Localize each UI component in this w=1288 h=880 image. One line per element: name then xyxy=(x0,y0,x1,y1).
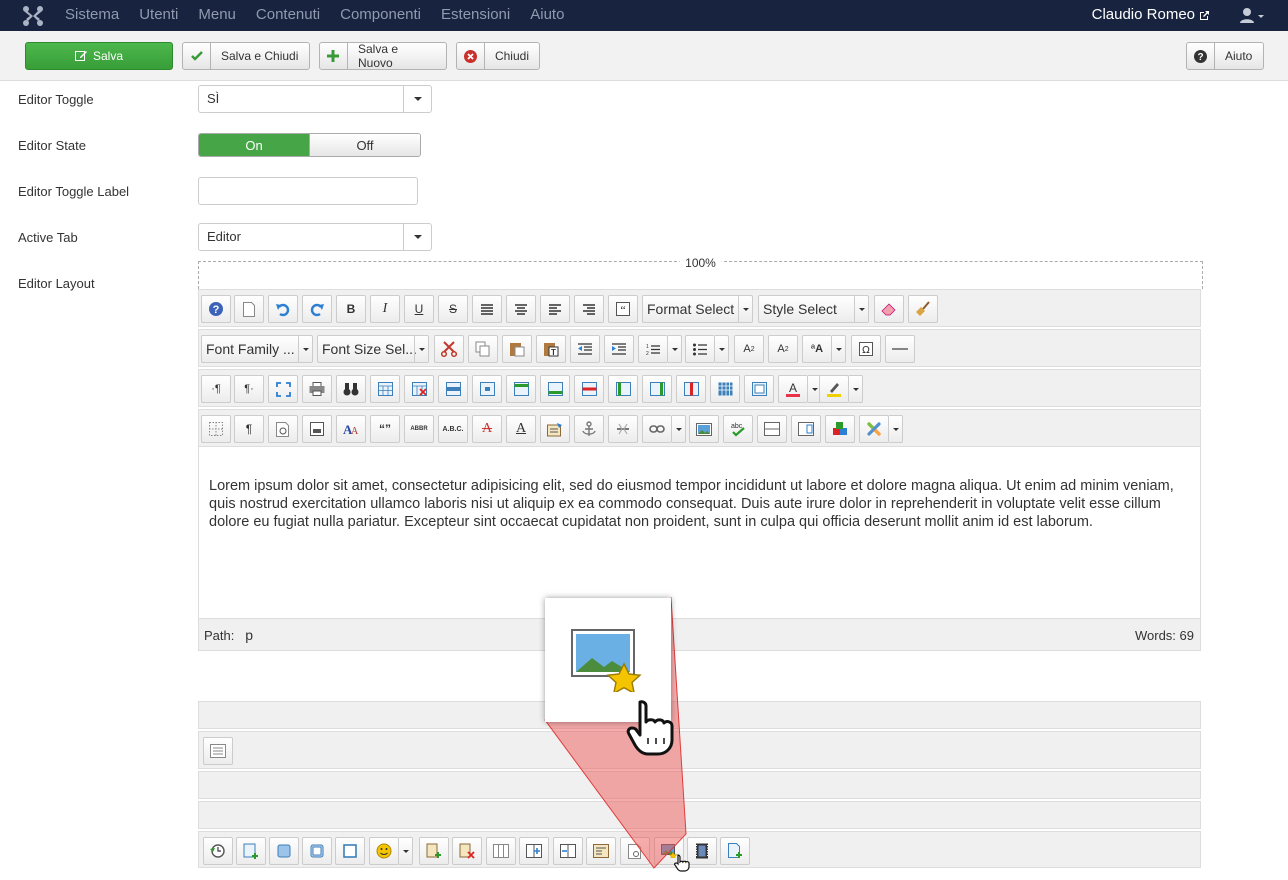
cursor-icon xyxy=(673,854,690,872)
image-manager-icon xyxy=(571,629,642,692)
hand-cursor-icon xyxy=(626,700,674,756)
